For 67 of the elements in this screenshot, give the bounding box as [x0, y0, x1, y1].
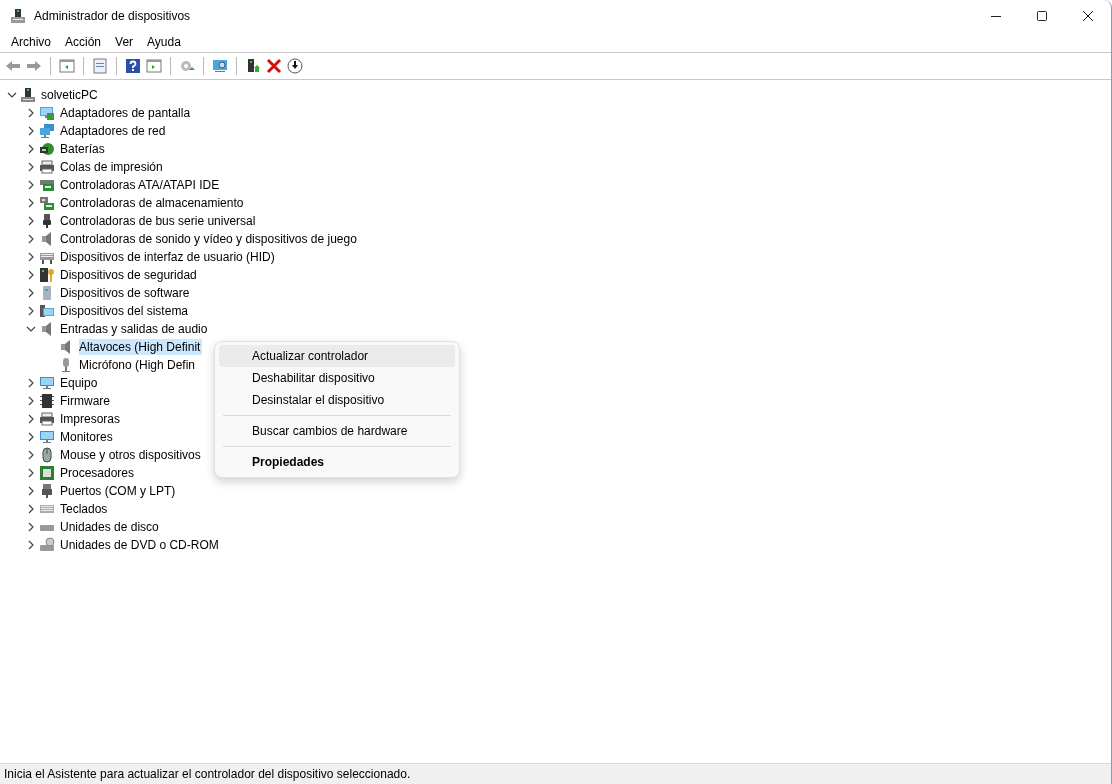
maximize-icon[interactable]	[1037, 11, 1047, 21]
computer-icon	[20, 87, 36, 103]
tree-item[interactable]: Firmware	[60, 393, 112, 409]
tree-item[interactable]: Dispositivos de interfaz de usuario (HID)	[60, 249, 277, 265]
close-icon[interactable]	[1083, 11, 1093, 21]
tree-item[interactable]: Teclados	[60, 501, 110, 517]
help-icon[interactable]	[125, 58, 141, 74]
tree-item[interactable]: Procesadores	[60, 465, 137, 481]
tree-item[interactable]: Baterías	[60, 141, 107, 157]
tree-item[interactable]: Dispositivos del sistema	[60, 303, 191, 319]
tree-item[interactable]: Controladoras ATA/ATAPI IDE	[60, 177, 222, 193]
chip-icon	[39, 393, 55, 409]
window-title: Administrador de dispositivos	[34, 9, 191, 23]
menu-item[interactable]: Deshabilitar dispositivo	[219, 367, 455, 389]
monitor-icon	[39, 429, 55, 445]
download-icon[interactable]	[287, 58, 303, 74]
tree-item[interactable]: Monitores	[60, 429, 115, 445]
security-key-icon	[39, 267, 55, 283]
menu-item[interactable]: Propiedades	[219, 451, 455, 473]
mouse-icon	[39, 447, 55, 463]
tree-item[interactable]: Mouse y otros dispositivos	[60, 447, 203, 463]
drive-board-icon	[39, 177, 55, 193]
port-icon	[39, 483, 55, 499]
panel-icon[interactable]	[146, 58, 162, 74]
menu-item[interactable]: Acción	[58, 35, 109, 49]
printer-icon	[39, 159, 55, 175]
forward-icon[interactable]	[26, 58, 42, 74]
tree-item[interactable]: Equipo	[60, 375, 100, 391]
tree-item[interactable]: Entradas y salidas de audio	[60, 321, 210, 337]
tree-item[interactable]: Controladoras de almacenamiento	[60, 195, 246, 211]
tree-item[interactable]: Impresoras	[60, 411, 123, 427]
menu-item[interactable]: Ayuda	[140, 35, 188, 49]
processor-icon	[39, 465, 55, 481]
network-icon	[39, 123, 55, 139]
tree-item[interactable]: Colas de impresión	[60, 159, 165, 175]
menu-item[interactable]: Buscar cambios de hardware	[219, 420, 455, 442]
printer-icon	[39, 411, 55, 427]
tree-item[interactable]: Adaptadores de pantalla	[60, 105, 193, 121]
battery-icon	[39, 141, 55, 157]
storage-icon	[39, 195, 55, 211]
tree-item[interactable]: Unidades de DVD o CD-ROM	[60, 537, 221, 553]
optical-drive-icon	[39, 537, 55, 553]
status-text: Inicia el Asistente para actualizar el controlador del dispositivo seleccionado.	[4, 767, 411, 781]
display-card-icon	[39, 105, 55, 121]
tree-item[interactable]: Controladoras de bus serie universal	[60, 213, 258, 229]
menu-item[interactable]: Archivo	[4, 35, 58, 49]
monitor-search-icon[interactable]	[212, 58, 228, 74]
tree-item[interactable]: Dispositivos de seguridad	[60, 267, 199, 283]
tree-item[interactable]: Puertos (COM y LPT)	[60, 483, 178, 499]
device-add-icon[interactable]	[245, 58, 261, 74]
menu-item[interactable]: Actualizar controlador	[219, 345, 455, 367]
menu-item[interactable]: Desinstalar el dispositivo	[219, 389, 455, 411]
properties-icon[interactable]	[92, 58, 108, 74]
tree-item[interactable]: Controladoras de sonido y vídeo y dispositivos de juego	[60, 231, 359, 247]
tree-item[interactable]: Unidades de disco	[60, 519, 161, 535]
delete-icon[interactable]	[266, 58, 282, 74]
back-icon[interactable]	[5, 58, 21, 74]
device-manager-icon	[10, 8, 26, 24]
monitor-icon	[39, 375, 55, 391]
tree-item[interactable]: Dispositivos de software	[60, 285, 192, 301]
tree-item[interactable]: Micrófono (High Defin	[79, 357, 198, 373]
menu-item[interactable]: Ver	[108, 35, 141, 49]
panel-icon[interactable]	[59, 58, 75, 74]
tree-item[interactable]: Adaptadores de red	[60, 123, 168, 139]
tree-item[interactable]: Altavoces (High Definit	[79, 339, 203, 355]
system-icon	[39, 303, 55, 319]
tree-item[interactable]: solveticPC	[41, 87, 100, 103]
